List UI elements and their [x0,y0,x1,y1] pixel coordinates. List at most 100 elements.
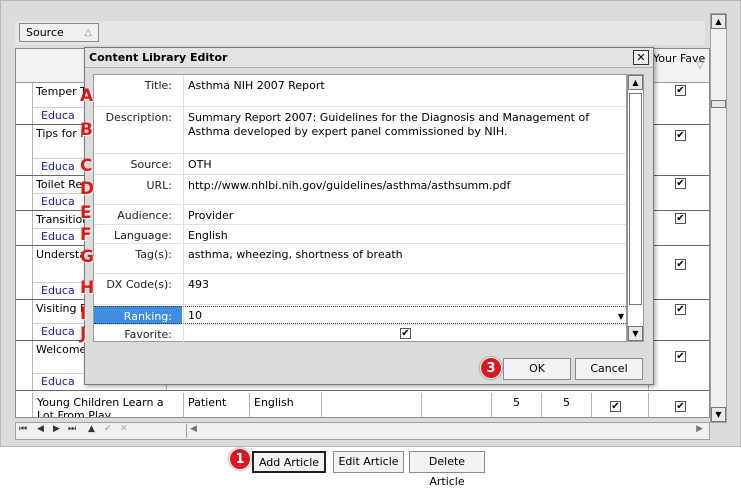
field-label: Description: [105,111,172,124]
dialog-title: Content Library Editor ✕ [85,48,653,68]
form-row-tags: Tag(s): asthma, wheezing, shortness of b… [94,244,626,274]
annotation-letter: D [80,179,95,199]
add-article-button[interactable]: Add Article [252,451,326,473]
field-label: Language: [114,229,172,242]
form-row-url: URL: http://www.nhlbi.nih.gov/guidelines… [94,175,626,205]
row-empty-cell [421,393,491,417]
scroll-thumb[interactable] [629,93,642,305]
move-up-icon[interactable]: ▲ [88,424,95,434]
first-record-icon[interactable]: ⏮ [19,424,27,434]
description-field[interactable]: Summary Report 2007: Guidelines for the … [183,107,628,153]
filter-icon[interactable]: ▽ [696,59,704,72]
dx-codes-field[interactable]: 493 [183,274,628,304]
last-record-icon[interactable]: ⏭ [68,424,76,434]
scroll-left-icon[interactable]: ◀ [190,424,197,434]
scroll-right-icon[interactable]: ▶ [696,424,703,434]
delete-article-button[interactable]: Delete Article [409,451,485,488]
scroll-thumb[interactable] [711,100,726,108]
close-icon[interactable]: ✕ [633,50,649,65]
annotation-letter: H [80,278,95,298]
fave-cell: ✔ [648,211,709,245]
row-count-2: 5 [541,393,591,417]
field-label: Tag(s): [135,248,172,261]
form-vertical-scrollbar[interactable]: ▲ ▼ [627,74,644,342]
row-count-1: 5 [491,393,541,417]
scroll-down-icon[interactable]: ▼ [711,407,726,422]
form-row-source: Source: OTH [94,154,626,175]
field-label: Source: [130,158,173,171]
table-row[interactable]: Young Children Learn a Lot From Play Pat… [16,393,709,417]
source-field[interactable]: OTH [183,154,628,174]
next-record-icon[interactable]: ▶ [53,424,60,434]
source-group-chip[interactable]: Source △ [19,23,99,42]
form-row-ranking: Ranking: 10 ▼ [94,306,628,325]
scroll-down-icon[interactable]: ▼ [628,326,643,341]
grid-horizontal-scrollbar[interactable]: ◀ ▶ [186,424,706,438]
annotation-letter: E [80,203,92,223]
cancel-edit-icon[interactable]: ✕ [120,424,128,434]
fave-checkbox[interactable]: ✔ [675,259,686,270]
cancel-button[interactable]: Cancel [575,358,643,380]
step-marker-3: 3 [480,357,502,379]
annotation-letter: A [80,86,94,106]
triangle-up-icon: △ [84,27,92,38]
favorite-cell: ✔ [183,325,628,343]
fave-checkbox[interactable]: ✔ [675,351,686,362]
field-label: Audience: [117,209,172,222]
confirm-icon[interactable]: ✔ [104,424,112,434]
edit-article-button[interactable]: Edit Article [333,451,404,473]
column-header-fave[interactable]: Your Fave ▽ [648,49,709,83]
fave-checkbox[interactable]: ✔ [675,85,686,96]
form-row-audience: Audience: Provider [94,205,626,225]
step-marker-1: 1 [229,448,251,470]
annotation-letter: I [80,304,87,324]
field-label: URL: [146,179,172,192]
tags-field[interactable]: asthma, wheezing, shortness of breath [183,244,628,273]
fave-cell: ✔ [648,176,709,210]
audience-field[interactable]: Provider [183,205,628,224]
fave-checkbox[interactable]: ✔ [675,213,686,224]
fave-checkbox[interactable]: ✔ [675,178,686,189]
previous-record-icon[interactable]: ◀ [37,424,44,434]
url-field[interactable]: http://www.nhlbi.nih.gov/guidelines/asth… [183,175,628,204]
fave-cell: ✔ [648,300,709,340]
field-label: Favorite: [124,328,172,341]
annotation-letter: G [80,247,94,267]
fave-cell: ✔ [648,83,709,124]
title-field[interactable]: Asthma NIH 2007 Report [183,75,628,106]
ok-button[interactable]: OK [503,358,571,380]
row-language: English [249,393,321,417]
fave-cell: ✔ [648,393,709,417]
fave-checkbox[interactable]: ✔ [675,130,686,141]
group-by-header: Source △ [15,21,705,45]
language-field[interactable]: English [183,225,628,243]
form-row-title: Title: Asthma NIH 2007 Report [94,75,626,107]
row-checkbox[interactable]: ✔ [610,401,621,412]
field-label: Title: [144,79,172,92]
form-row-favorite: Favorite: ✔ [94,325,626,343]
scroll-up-icon[interactable]: ▲ [711,14,726,29]
source-group-label: Source [26,26,64,39]
form-row-dx-codes: DX Code(s): 493 [94,274,626,305]
annotation-letter: B [80,120,93,140]
ranking-dropdown[interactable]: 10 ▼ [183,306,628,324]
fave-cell: ✔ [648,341,709,390]
grid-vertical-scrollbar[interactable]: ▲ ▼ [710,13,727,423]
form-row-description: Description: Summary Report 2007: Guidel… [94,107,626,154]
annotation-letter: F [80,225,92,245]
record-navigator: ⏮ ◀ ▶ ⏭ ▲ ✔ ✕ ◀ ▶ [15,422,710,440]
field-label: DX Code(s): [106,278,172,291]
fave-checkbox[interactable]: ✔ [675,401,686,412]
content-library-editor-dialog: Content Library Editor ✕ Title: Asthma N… [84,47,654,385]
row-check-cell: ✔ [591,393,648,417]
dropdown-arrow-icon[interactable]: ▼ [618,310,624,323]
annotation-letter: J [80,324,87,344]
favorite-checkbox[interactable]: ✔ [400,328,411,339]
scroll-up-icon[interactable]: ▲ [628,75,643,90]
row-audience: Patient [183,393,249,417]
ranking-value: 10 [188,309,202,322]
form-row-language: Language: English [94,225,626,244]
row-empty-cell [321,393,421,417]
fave-checkbox[interactable]: ✔ [675,304,686,315]
dialog-title-text: Content Library Editor [89,51,228,64]
